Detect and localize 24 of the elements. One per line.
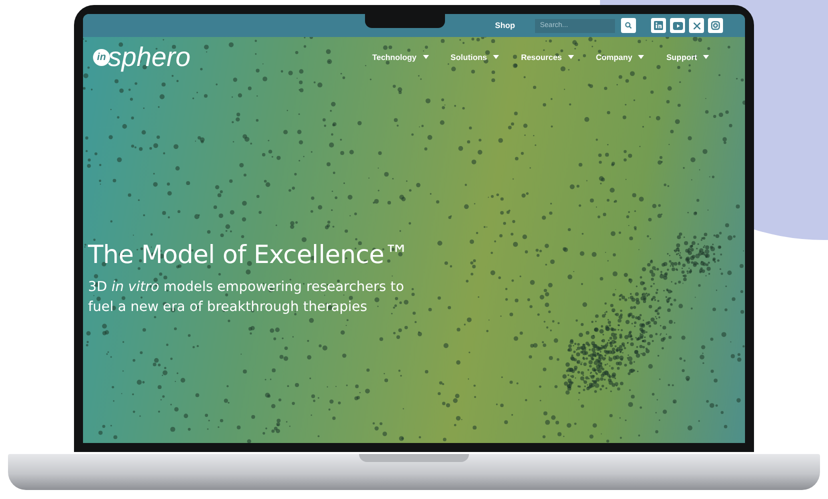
social-button[interactable] [689,18,704,33]
social-button[interactable] [708,18,723,33]
caret-icon [568,55,574,59]
linkedin-icon [654,21,663,30]
caret-icon [638,55,644,59]
social-button[interactable] [651,18,666,33]
x-icon [692,22,700,30]
caret-icon [422,55,428,59]
video-play-icon [672,22,682,30]
hero-title: The Model of Excellence™ [88,240,410,269]
caret-icon [703,55,709,59]
nav-menu-item[interactable]: Company [596,52,644,62]
nav-menu-item[interactable]: Resources [520,52,574,62]
social-button[interactable] [670,18,685,33]
search-button[interactable] [621,18,636,33]
nav-menu-item[interactable]: Solutions [450,52,499,62]
search-icon [625,22,632,29]
caret-icon [492,55,499,59]
nav-menu-item[interactable]: Technology [372,52,428,62]
shop-link[interactable]: Shop [495,21,515,30]
nav-menu-item[interactable]: Support [666,52,709,62]
logo-wordmark[interactable]: sphero [108,44,191,70]
hero-subtitle: 3D in vitro models empowering researchers to fuel a new era of breakthrough therapies [88,278,406,317]
camera-icon [711,21,720,30]
